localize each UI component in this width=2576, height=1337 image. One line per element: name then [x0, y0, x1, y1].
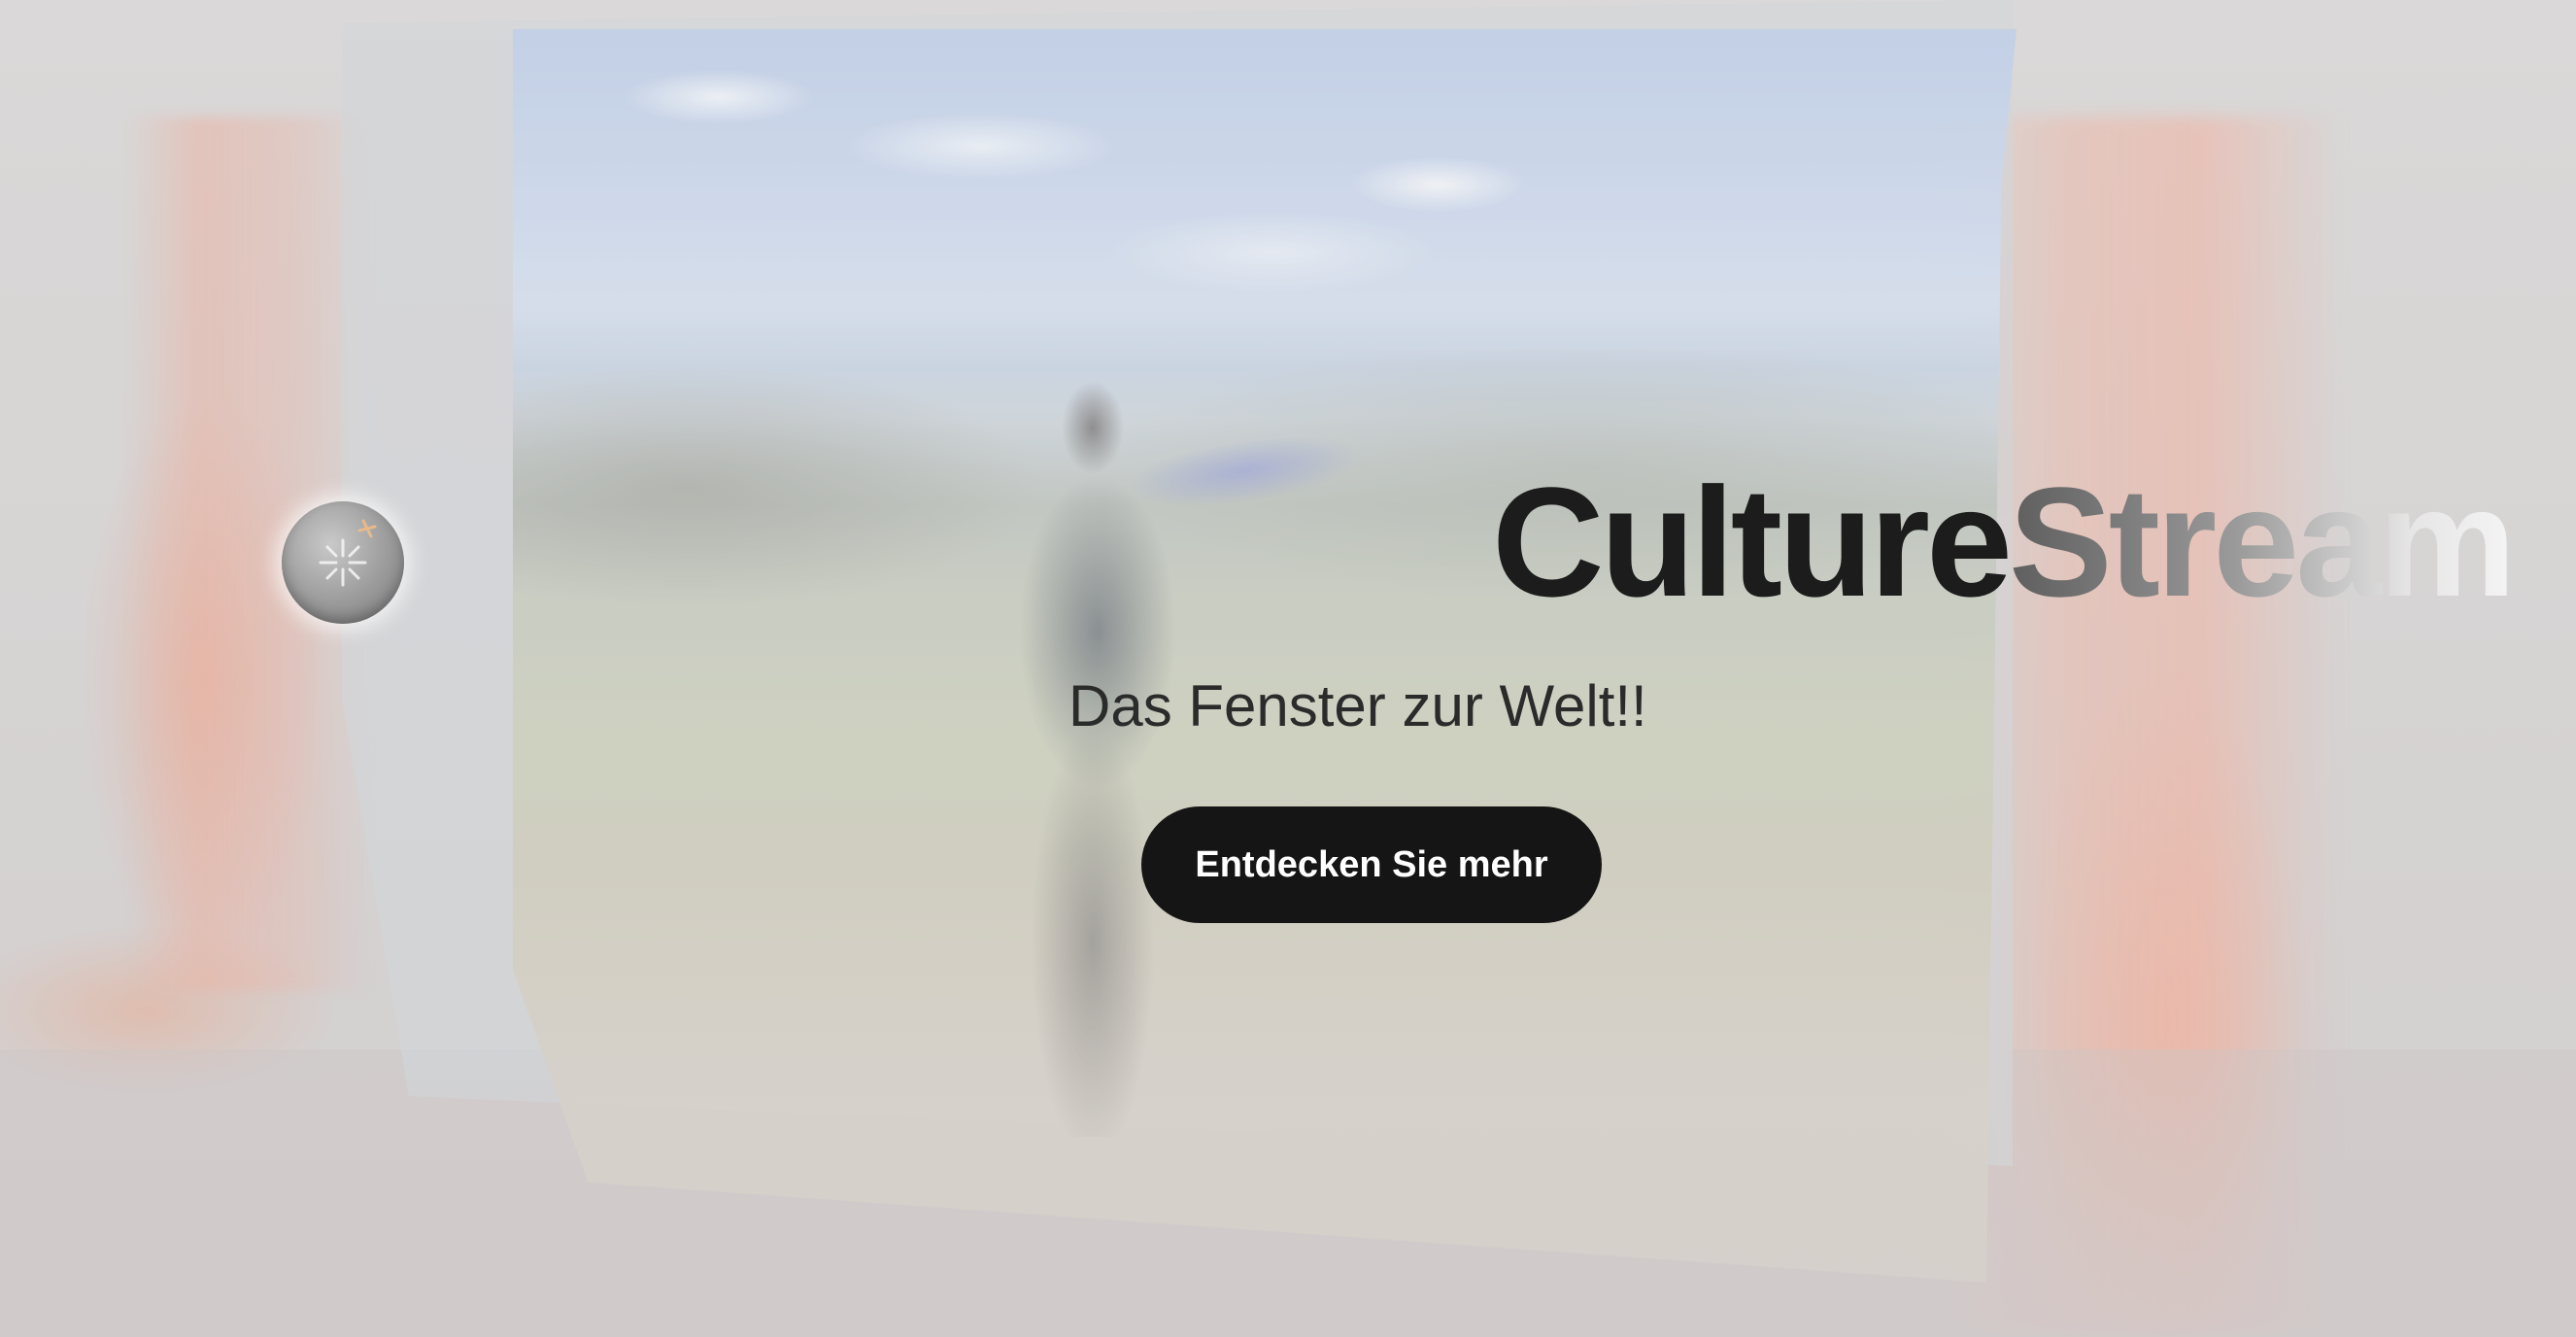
hero-section: CultureStream Das Fenster zur Welt!! Ent… [0, 0, 2576, 1337]
brand-title-part-1: Culture [1492, 455, 2013, 629]
brand-title-part-2: Stream [2009, 455, 2516, 629]
background-veil [0, 0, 2576, 1337]
discover-more-button[interactable]: Entdecken Sie mehr [1141, 806, 1602, 923]
sparkle-orb-icon[interactable] [282, 501, 404, 624]
hero-tagline: Das Fenster zur Welt!! [1068, 673, 1647, 738]
brand-title: CultureStream [1492, 464, 2516, 620]
sparkle-icon [319, 519, 377, 587]
